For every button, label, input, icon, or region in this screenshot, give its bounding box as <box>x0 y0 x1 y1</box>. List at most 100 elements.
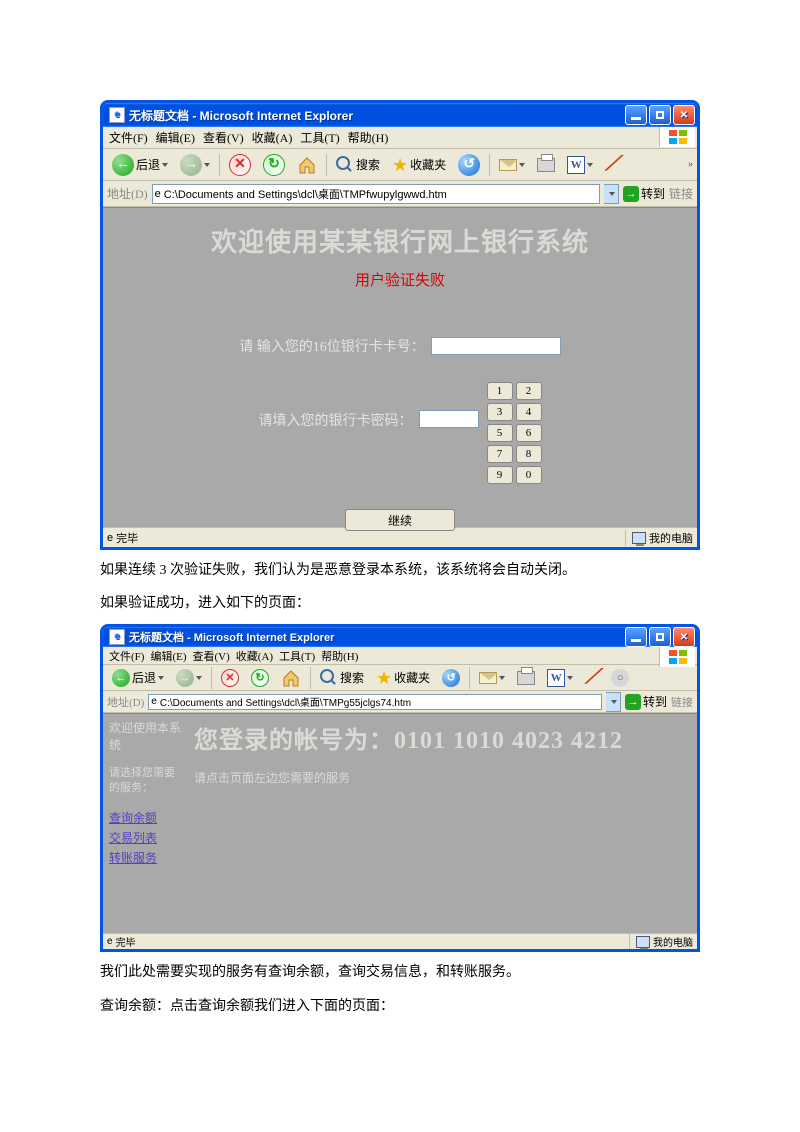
menu-help[interactable]: 帮助(H) <box>321 648 358 664</box>
card-input[interactable] <box>431 337 561 355</box>
minimize-button[interactable] <box>625 627 647 647</box>
key-7[interactable]: 7 <box>487 445 513 463</box>
titlebar[interactable]: e 无标题文档 - Microsoft Internet Explorer ✕ <box>103 627 697 647</box>
menu-edit[interactable]: 编辑(E) <box>156 129 195 146</box>
key-9[interactable]: 9 <box>487 466 513 484</box>
back-button[interactable]: ← 后退 <box>107 152 173 178</box>
forward-button[interactable]: → <box>175 152 215 178</box>
history-icon: ↺ <box>458 154 480 176</box>
link-transfer[interactable]: 转账服务 <box>109 849 182 866</box>
links-label[interactable]: 链接 <box>669 185 693 202</box>
windows-logo-icon <box>659 647 695 667</box>
menu-help[interactable]: 帮助(H) <box>348 129 389 146</box>
stop-button[interactable]: ✕ <box>224 152 256 178</box>
history-button[interactable]: ↺ <box>453 152 485 178</box>
home-button[interactable] <box>276 667 306 689</box>
go-button[interactable]: → 转到 <box>623 185 665 202</box>
stop-button[interactable]: ✕ <box>216 667 244 689</box>
menu-file[interactable]: 文件(F) <box>109 648 144 664</box>
link-balance[interactable]: 查询余额 <box>109 809 182 826</box>
address-input[interactable]: e C:\Documents and Settings\dcl\桌面\TMPfw… <box>152 184 600 204</box>
key-2[interactable]: 2 <box>516 382 542 400</box>
maximize-button[interactable] <box>649 105 671 125</box>
toolbar: ←后退 → ✕ ↻ 搜索 ★收藏夹 ↺ W ⟋ ○ <box>103 665 697 691</box>
toolbar: ← 后退 → ✕ ↻ 搜索 ★收藏夹 ↺ W ⟋ » <box>103 149 697 181</box>
menu-favorites[interactable]: 收藏(A) <box>252 129 293 146</box>
key-3[interactable]: 3 <box>487 403 513 421</box>
menu-file[interactable]: 文件(F) <box>109 129 148 146</box>
favorites-button[interactable]: ★收藏夹 <box>371 667 435 689</box>
status-text: 完毕 <box>116 934 136 949</box>
close-button[interactable]: ✕ <box>673 105 695 125</box>
window-title: 无标题文档 - Microsoft Internet Explorer <box>129 629 625 645</box>
links-label[interactable]: 链接 <box>671 694 693 710</box>
print-button[interactable] <box>532 152 560 178</box>
search-button[interactable]: 搜索 <box>331 152 385 178</box>
address-input[interactable]: e C:\Documents and Settings\dcl\桌面\TMPg5… <box>148 694 602 710</box>
mail-icon <box>479 672 497 684</box>
menu-view[interactable]: 查看(V) <box>203 129 244 146</box>
key-8[interactable]: 8 <box>516 445 542 463</box>
back-icon: ← <box>112 669 130 687</box>
page-icon: e <box>109 629 125 645</box>
computer-icon <box>632 532 646 544</box>
edit-button[interactable]: W <box>562 152 598 178</box>
back-button[interactable]: ←后退 <box>107 667 169 689</box>
link-transactions[interactable]: 交易列表 <box>109 829 182 846</box>
back-icon: ← <box>112 154 134 176</box>
maximize-button[interactable] <box>649 627 671 647</box>
key-4[interactable]: 4 <box>516 403 542 421</box>
swoosh-button[interactable]: ⟋ <box>580 667 604 689</box>
password-input[interactable] <box>419 410 479 428</box>
search-icon <box>336 156 354 174</box>
address-value: C:\Documents and Settings\dcl\桌面\TMPg55j… <box>160 694 411 709</box>
address-label: 地址(D) <box>107 185 148 202</box>
password-label: 请填入您的银行卡密码： <box>259 410 413 430</box>
window-title: 无标题文档 - Microsoft Internet Explorer <box>129 107 625 124</box>
search-button[interactable]: 搜索 <box>315 667 369 689</box>
menu-tools[interactable]: 工具(T) <box>300 129 339 146</box>
menu-favorites[interactable]: 收藏(A) <box>236 648 273 664</box>
extra-button[interactable]: ○ <box>606 667 634 689</box>
favorites-button[interactable]: ★收藏夹 <box>387 152 451 178</box>
close-button[interactable]: ✕ <box>673 627 695 647</box>
address-dropdown[interactable] <box>606 692 621 712</box>
address-dropdown[interactable] <box>604 184 619 204</box>
key-5[interactable]: 5 <box>487 424 513 442</box>
refresh-button[interactable]: ↻ <box>258 152 290 178</box>
menu-edit[interactable]: 编辑(E) <box>150 648 186 664</box>
refresh-icon: ↻ <box>263 154 285 176</box>
page-icon: e <box>151 696 157 707</box>
account-title: 您登录的帐号为：0101 1010 4023 4212 <box>194 720 691 755</box>
menu-tools[interactable]: 工具(T) <box>279 648 315 664</box>
toolbar-overflow[interactable]: » <box>688 159 693 170</box>
swoosh-button[interactable]: ⟋ <box>600 152 624 178</box>
refresh-button[interactable]: ↻ <box>246 667 274 689</box>
paragraph-3: 我们此处需要实现的服务有查询余额，查询交易信息，和转账服务。 <box>100 960 700 985</box>
star-icon: ★ <box>392 156 408 174</box>
statusbar: e完毕 我的电脑 <box>103 933 697 949</box>
go-icon: → <box>625 694 641 710</box>
instruction-text: 请点击页面左边您需要的服务 <box>194 769 691 786</box>
error-message: 用户验证失败 <box>103 269 697 290</box>
page-content: 欢迎使用某某银行网上银行系统 用户验证失败 请 输入您的16位银行卡卡号： 请填… <box>103 207 697 527</box>
edit-button[interactable]: W <box>542 667 578 689</box>
paragraph-1: 如果连续 3 次验证失败，我们认为是恶意登录本系统，该系统将会自动关闭。 <box>100 558 700 583</box>
forward-button[interactable]: → <box>171 667 207 689</box>
print-button[interactable] <box>512 667 540 689</box>
mail-button[interactable] <box>474 667 510 689</box>
menu-view[interactable]: 查看(V) <box>193 648 230 664</box>
key-1[interactable]: 1 <box>487 382 513 400</box>
home-button[interactable] <box>292 152 322 178</box>
address-label: 地址(D) <box>107 694 144 710</box>
go-button[interactable]: →转到 <box>625 693 667 710</box>
continue-button[interactable]: 继续 <box>345 509 455 531</box>
mail-button[interactable] <box>494 152 530 178</box>
forward-icon: → <box>176 669 194 687</box>
minimize-button[interactable] <box>625 105 647 125</box>
history-button[interactable]: ↺ <box>437 667 465 689</box>
titlebar[interactable]: e 无标题文档 - Microsoft Internet Explorer ✕ <box>103 103 697 127</box>
home-icon <box>297 155 317 175</box>
key-6[interactable]: 6 <box>516 424 542 442</box>
key-0[interactable]: 0 <box>516 466 542 484</box>
